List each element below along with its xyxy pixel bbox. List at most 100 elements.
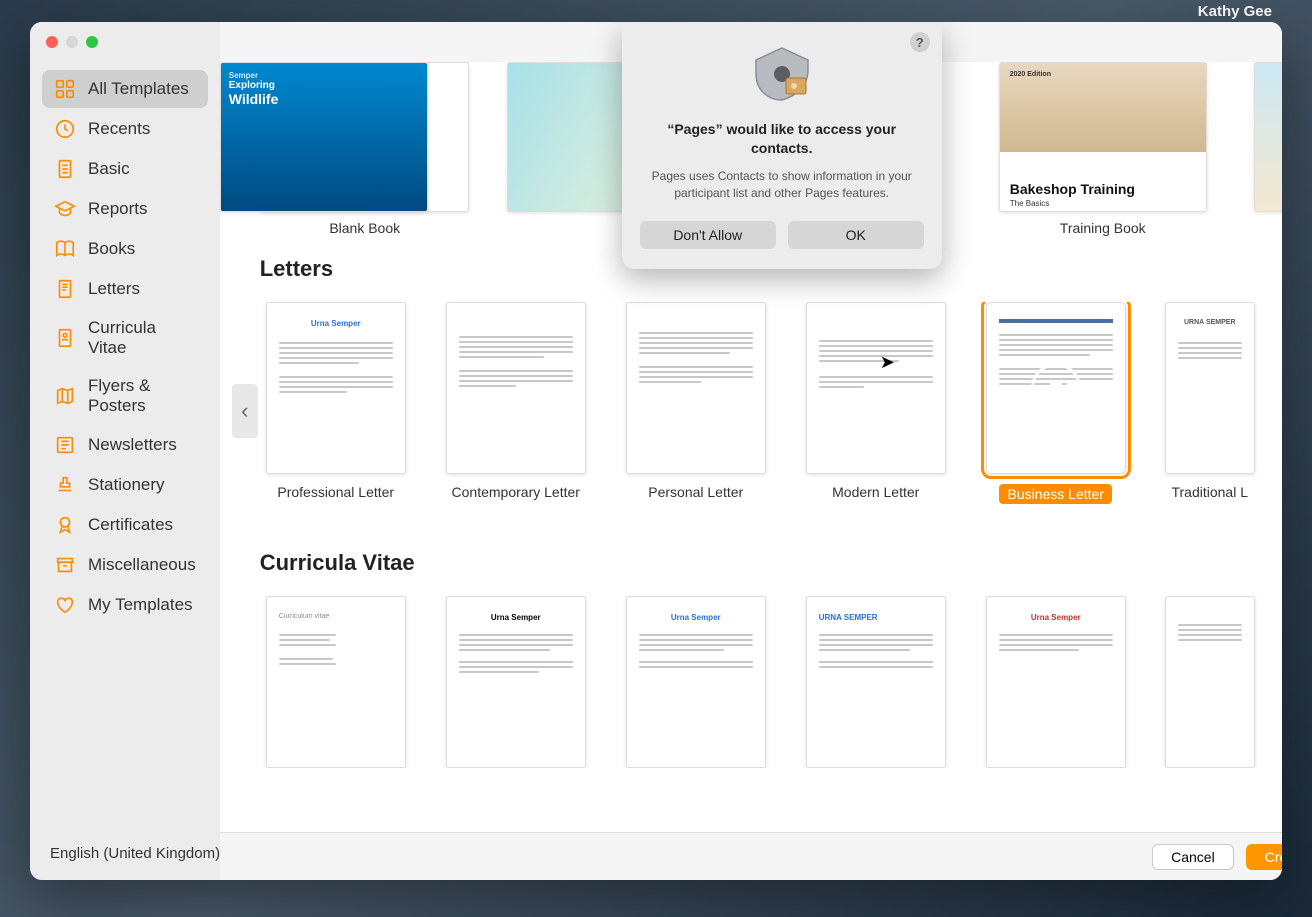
book-icon: [54, 238, 76, 260]
template-card[interactable]: Curriculum vitae: [260, 596, 412, 768]
template-thumb-cv: Urna Semper: [626, 596, 766, 768]
language-selector[interactable]: English (United Kingdom) ◊: [50, 845, 232, 862]
footer-bar: Cancel Create: [220, 832, 1282, 880]
main-panel: Choose a Template Blank Book Semper Expl…: [220, 22, 1282, 880]
template-card[interactable]: Personal Letter: [620, 302, 772, 504]
template-thumb-training-book: 2020 Edition Bakeshop Training The Basic…: [999, 62, 1207, 212]
sidebar-item-label: Basic: [88, 159, 130, 179]
sidebar-item-newsletters[interactable]: Newsletters: [42, 426, 208, 464]
ribbon-icon: [54, 514, 76, 536]
template-card[interactable]: 2020 Edition Bakeshop Training The Basic…: [998, 62, 1208, 236]
doc-name: URNA SEMPER: [1178, 319, 1242, 326]
template-label: Contemporary Letter: [452, 484, 580, 500]
sidebar-item-label: Flyers & Posters: [88, 376, 196, 416]
doc-name: Urna Semper: [279, 319, 393, 328]
doc-name: Urna Semper: [639, 613, 753, 622]
training-title: Bakeshop Training: [1010, 181, 1135, 197]
scroll-left-button[interactable]: ‹: [232, 384, 258, 438]
app-permission-icon: [640, 44, 924, 104]
archivebox-icon: [54, 554, 76, 576]
sidebar-item-label: Newsletters: [88, 435, 177, 455]
sidebar-item-label: Curricula Vitae: [88, 318, 196, 358]
template-card[interactable]: [1160, 596, 1260, 768]
template-label: Training Book: [1060, 220, 1146, 236]
cancel-button[interactable]: Cancel: [1152, 844, 1234, 870]
sidebar-item-label: Miscellaneous: [88, 555, 196, 575]
sidebar: All Templates Recents Basic Reports Book…: [30, 22, 220, 880]
heart-icon: [54, 594, 76, 616]
template-card[interactable]: Urna Semper: [620, 596, 772, 768]
document-icon: [54, 158, 76, 180]
ok-button[interactable]: OK: [788, 221, 924, 249]
sidebar-item-cv[interactable]: Curricula Vitae: [42, 310, 208, 366]
dont-allow-button[interactable]: Don't Allow: [640, 221, 776, 249]
language-label: English (United Kingdom): [50, 845, 220, 862]
sidebar-item-label: All Templates: [88, 79, 189, 99]
template-thumb-partial: [1254, 62, 1282, 212]
doc-name: Urna Semper: [459, 613, 573, 622]
dialog-body: Pages uses Contacts to show information …: [640, 168, 924, 203]
sidebar-item-label: Recents: [88, 119, 150, 139]
template-card[interactable]: URNA SEMPER: [800, 596, 952, 768]
sidebar-item-stationery[interactable]: Stationery: [42, 466, 208, 504]
close-window-button[interactable]: [46, 36, 58, 48]
sidebar-item-books[interactable]: Books: [42, 230, 208, 268]
template-thumb-business-letter: [986, 302, 1126, 474]
template-label: Blank Book: [329, 220, 400, 236]
sidebar-item-letters[interactable]: Letters: [42, 270, 208, 308]
template-label: Personal Letter: [648, 484, 743, 500]
template-card[interactable]: [1244, 62, 1282, 236]
guide-title1: Exploring: [229, 80, 419, 91]
stamp-icon: [54, 474, 76, 496]
sidebar-item-certificates[interactable]: Certificates: [42, 506, 208, 544]
doc-name: Urna Semper: [999, 613, 1113, 622]
map-icon: [54, 385, 76, 407]
sidebar-item-label: Books: [88, 239, 135, 259]
training-tag: 2020 Edition: [1010, 71, 1051, 78]
template-label: Traditional L: [1171, 484, 1248, 500]
template-label: Business Letter: [999, 484, 1112, 504]
sidebar-item-miscellaneous[interactable]: Miscellaneous: [42, 546, 208, 584]
sidebar-item-label: Letters: [88, 279, 140, 299]
template-thumb-cv: [1165, 596, 1255, 768]
sidebar-item-all-templates[interactable]: All Templates: [42, 70, 208, 108]
zoom-window-button[interactable]: [86, 36, 98, 48]
template-chooser-window: All Templates Recents Basic Reports Book…: [30, 22, 1282, 880]
sidebar-item-label: Stationery: [88, 475, 165, 495]
sidebar-item-recents[interactable]: Recents: [42, 110, 208, 148]
template-thumb-cv: Urna Semper: [446, 596, 586, 768]
template-thumb-cv: URNA SEMPER: [806, 596, 946, 768]
template-card[interactable]: URNA SEMPER Traditional L: [1160, 302, 1260, 504]
template-card[interactable]: Contemporary Letter: [440, 302, 592, 504]
menubar-user-name: Kathy Gee: [1198, 3, 1272, 20]
newspaper-icon: [54, 434, 76, 456]
template-card-selected[interactable]: Business Letter: [980, 302, 1132, 504]
template-label: Modern Letter: [832, 484, 919, 500]
template-card[interactable]: Urna Semper: [980, 596, 1132, 768]
doc-name: URNA SEMPER: [819, 613, 933, 622]
grid-icon: [54, 78, 76, 100]
section-header-cv: Curricula Vitae: [220, 530, 1282, 586]
sidebar-item-label: Reports: [88, 199, 148, 219]
sidebar-item-flyers[interactable]: Flyers & Posters: [42, 368, 208, 424]
template-card[interactable]: Urna Semper: [440, 596, 592, 768]
sidebar-item-my-templates[interactable]: My Templates: [42, 586, 208, 624]
minimize-window-button[interactable]: [66, 36, 78, 48]
template-thumb-professional-letter: Urna SemperUrna Semper: [266, 302, 406, 474]
template-card[interactable]: Modern Letter: [800, 302, 952, 504]
template-card[interactable]: Urna SemperUrna Semper Professional Lett…: [260, 302, 412, 504]
create-button[interactable]: Create: [1246, 844, 1282, 870]
graduation-cap-icon: [54, 198, 76, 220]
contacts-permission-dialog: ? “Pages” would like to access your cont…: [622, 22, 942, 269]
sidebar-item-basic[interactable]: Basic: [42, 150, 208, 188]
person-doc-icon: [54, 327, 76, 349]
template-thumb-contemporary-letter: [446, 302, 586, 474]
template-label: Professional Letter: [277, 484, 394, 500]
envelope-icon: [54, 278, 76, 300]
loading-indicator-icon: [1031, 363, 1081, 413]
dialog-title: “Pages” would like to access your contac…: [640, 120, 924, 158]
template-thumb-guide-book: Semper Exploring Wildlife: [220, 62, 428, 212]
sidebar-item-label: My Templates: [88, 595, 193, 615]
guide-title2: Wildlife: [229, 91, 419, 107]
sidebar-item-reports[interactable]: Reports: [42, 190, 208, 228]
